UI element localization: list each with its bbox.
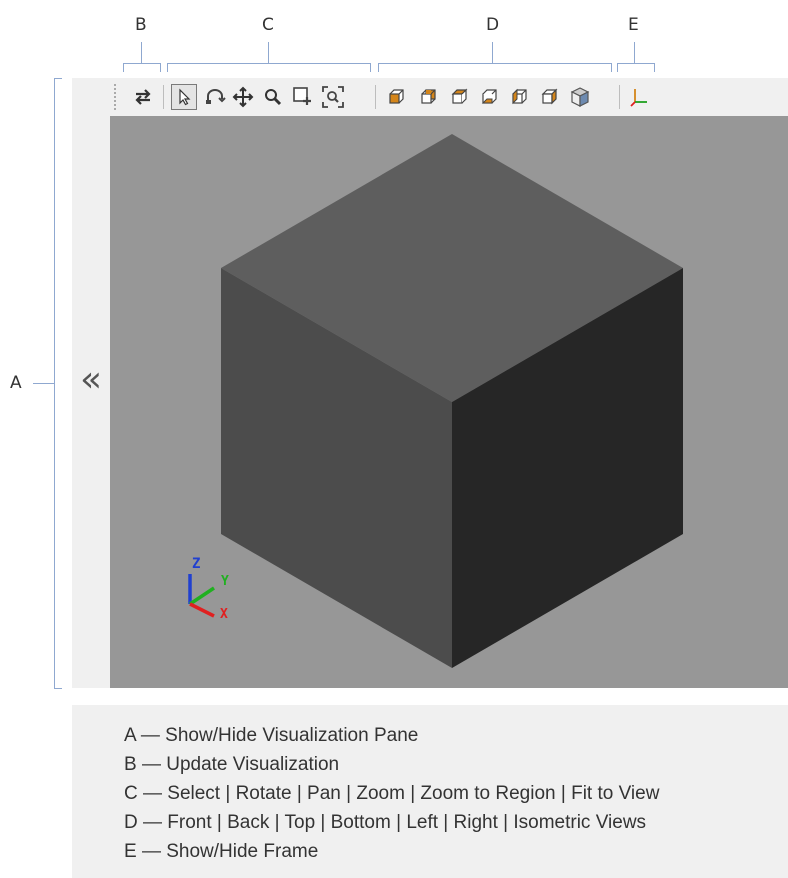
visualization-viewport[interactable]: Z Y X	[110, 116, 788, 688]
front-view-icon[interactable]	[383, 84, 409, 110]
bracket-d	[378, 63, 612, 72]
fit-to-view-icon[interactable]	[320, 84, 346, 110]
legend-line-b: B — Update Visualization	[124, 754, 340, 775]
bracket-e-stem	[634, 42, 635, 64]
bracket-a-vertical	[54, 78, 55, 689]
axes-triad	[188, 574, 215, 618]
bracket-a-stem	[33, 383, 54, 384]
bracket-c	[167, 63, 371, 72]
toolbar-grip[interactable]	[114, 84, 116, 110]
right-view-icon[interactable]	[536, 84, 562, 110]
legend-line-c: C — Select | Rotate | Pan | Zoom | Zoom …	[124, 783, 660, 804]
bracket-d-stem	[492, 42, 493, 64]
callout-a: A	[10, 373, 22, 393]
pan-icon[interactable]	[230, 84, 256, 110]
callout-d: D	[486, 15, 500, 35]
bracket-e	[617, 63, 655, 72]
double-chevron-left-icon[interactable]: «	[76, 360, 106, 400]
legend-line-e: E — Show/Hide Frame	[124, 841, 319, 862]
axis-z-label: Z	[192, 556, 201, 572]
top-view-icon[interactable]	[446, 84, 472, 110]
bracket-a-top	[54, 78, 62, 79]
visualization-toolbar	[110, 78, 788, 116]
toolbar-separator	[619, 85, 620, 109]
axis-y-label: Y	[221, 574, 229, 589]
axes-frame-icon[interactable]	[626, 84, 652, 110]
legend-panel: A — Show/Hide Visualization Pane B — Upd…	[72, 705, 788, 878]
toolbar-separator	[375, 85, 376, 109]
bracket-b	[123, 63, 161, 72]
zoom-to-region-icon[interactable]	[290, 84, 316, 110]
bracket-b-stem	[141, 42, 142, 64]
swap-arrows-icon[interactable]	[130, 84, 156, 110]
bracket-a-bottom	[54, 688, 62, 689]
isometric-view-icon[interactable]	[567, 84, 593, 110]
callout-e: E	[628, 15, 639, 35]
legend-line-a: A — Show/Hide Visualization Pane	[124, 725, 419, 746]
bracket-c-stem	[268, 42, 269, 64]
select-arrow-icon[interactable]	[171, 84, 197, 110]
callout-b: B	[135, 15, 147, 35]
callout-c: C	[262, 15, 274, 35]
left-view-icon[interactable]	[506, 84, 532, 110]
toolbar-separator	[163, 85, 164, 109]
zoom-icon[interactable]	[260, 84, 286, 110]
bottom-view-icon[interactable]	[476, 84, 502, 110]
axis-x-label: X	[220, 607, 228, 622]
legend-line-d: D — Front | Back | Top | Bottom | Left |…	[124, 812, 647, 833]
back-view-icon[interactable]	[415, 84, 441, 110]
rotate-icon[interactable]	[202, 84, 228, 110]
